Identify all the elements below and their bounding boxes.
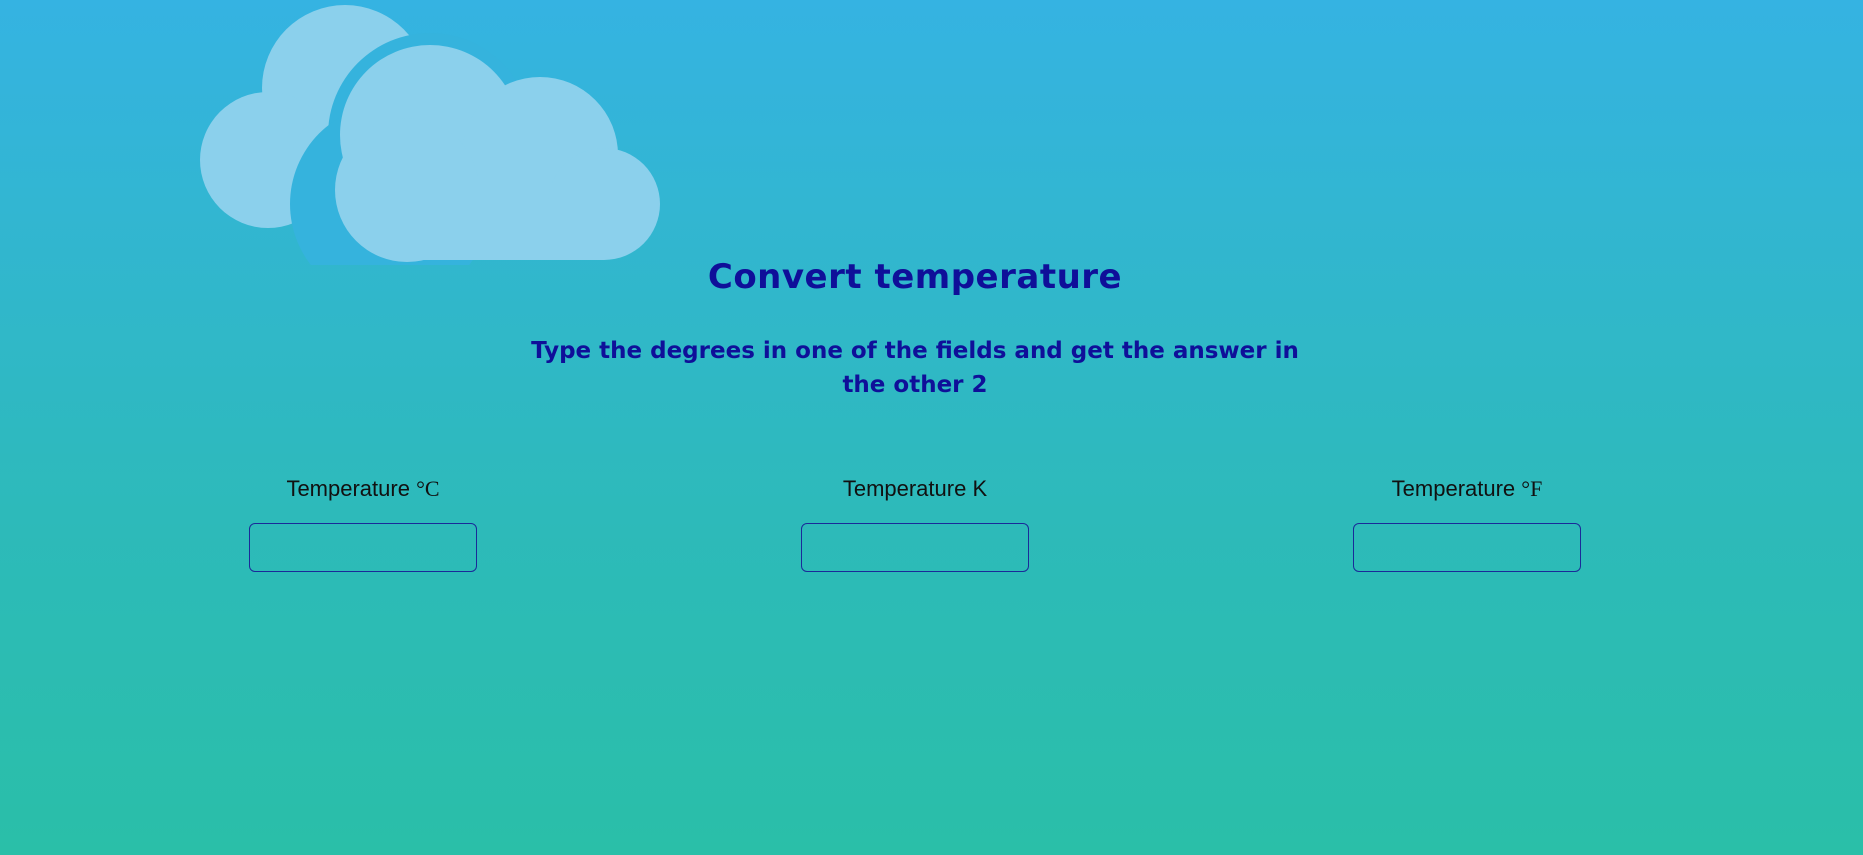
kelvin-field-group: Temperature K [800, 472, 1030, 572]
fahrenheit-unit: °F [1521, 476, 1543, 501]
kelvin-input[interactable] [801, 523, 1029, 572]
front-cloud-shape [335, 45, 660, 262]
celsius-input[interactable] [249, 523, 477, 572]
kelvin-label: Temperature K [800, 472, 1030, 506]
clouds-icon [200, 5, 660, 265]
celsius-label: Temperature °C [248, 472, 478, 506]
page-subtitle: Type the degrees in one of the fields an… [531, 338, 1299, 398]
kelvin-label-text: Temperature [842, 476, 967, 501]
fahrenheit-label-text: Temperature [1391, 476, 1516, 501]
fahrenheit-input[interactable] [1353, 523, 1581, 572]
celsius-field-group: Temperature °C [248, 472, 478, 572]
kelvin-unit: K [972, 476, 988, 501]
page-title: Convert temperature [707, 257, 1123, 297]
celsius-unit: °C [416, 476, 440, 501]
fahrenheit-label: Temperature °F [1352, 472, 1582, 506]
celsius-label-text: Temperature [286, 476, 410, 501]
fahrenheit-field-group: Temperature °F [1352, 472, 1582, 572]
